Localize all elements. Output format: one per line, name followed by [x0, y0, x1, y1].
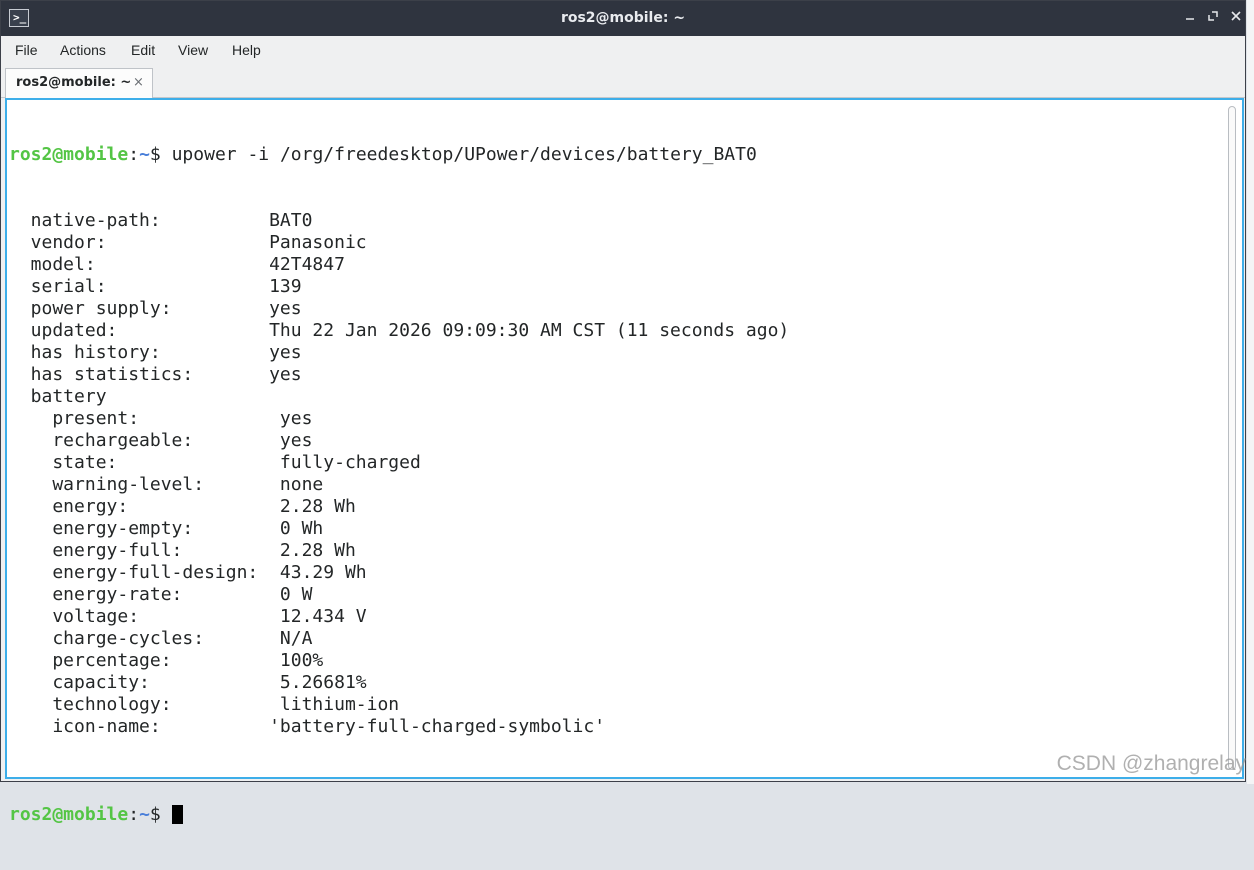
- menu-edit[interactable]: Edit: [131, 36, 155, 65]
- command-line: ros2@mobile:~$ upower -i /org/freedeskto…: [9, 144, 789, 166]
- prompt-path: ~: [139, 804, 150, 825]
- menu-bar: File Actions Edit View Help: [1, 36, 1245, 65]
- tab-label: ros2@mobile: ~: [16, 69, 131, 97]
- output-line: energy-rate: 0 W: [9, 584, 789, 606]
- tab-close-icon[interactable]: ×: [133, 69, 144, 97]
- text-cursor: [172, 805, 183, 824]
- output-line: present: yes: [9, 408, 789, 430]
- output-line: icon-name: 'battery-full-charged-symboli…: [9, 716, 789, 738]
- menu-actions[interactable]: Actions: [60, 36, 106, 65]
- terminal-output: ros2@mobile:~$ upower -i /org/freedeskto…: [9, 100, 789, 870]
- prompt-user-host: ros2@mobile: [9, 804, 128, 825]
- background-edge: [1247, 0, 1254, 784]
- output-line: [9, 738, 789, 760]
- output-line: state: fully-charged: [9, 452, 789, 474]
- watermark: CSDN @zhangrelay: [1057, 752, 1246, 776]
- command-output: native-path: BAT0 vendor: Panasonic mode…: [9, 210, 789, 760]
- output-line: voltage: 12.434 V: [9, 606, 789, 628]
- output-line: serial: 139: [9, 276, 789, 298]
- tab-bar: ros2@mobile: ~ ×: [1, 65, 1245, 98]
- prompt-colon: :: [128, 144, 139, 165]
- title-bar[interactable]: >_ ros2@mobile: ~: [1, 1, 1245, 36]
- tab-terminal[interactable]: ros2@mobile: ~ ×: [5, 68, 153, 98]
- window-title: ros2@mobile: ~: [1, 1, 1245, 36]
- menu-file[interactable]: File: [15, 36, 38, 65]
- output-line: energy-full: 2.28 Wh: [9, 540, 789, 562]
- output-line: percentage: 100%: [9, 650, 789, 672]
- output-line: native-path: BAT0: [9, 210, 789, 232]
- output-line: energy-full-design: 43.29 Wh: [9, 562, 789, 584]
- output-line: energy-empty: 0 Wh: [9, 518, 789, 540]
- output-line: rechargeable: yes: [9, 430, 789, 452]
- command-text: upower -i /org/freedesktop/UPower/device…: [172, 144, 757, 165]
- output-line: has history: yes: [9, 342, 789, 364]
- output-line: warning-level: none: [9, 474, 789, 496]
- output-line: updated: Thu 22 Jan 2026 09:09:30 AM CST…: [9, 320, 789, 342]
- menu-view[interactable]: View: [178, 36, 208, 65]
- output-line: charge-cycles: N/A: [9, 628, 789, 650]
- output-line: capacity: 5.26681%: [9, 672, 789, 694]
- prompt-symbol: $: [150, 144, 172, 165]
- active-prompt-line[interactable]: ros2@mobile:~$: [9, 804, 789, 826]
- minimize-icon[interactable]: [1181, 10, 1199, 28]
- maximize-icon[interactable]: [1204, 10, 1222, 28]
- prompt-path: ~: [139, 144, 150, 165]
- output-line: has statistics: yes: [9, 364, 789, 386]
- terminal-scrollbar[interactable]: [1228, 106, 1236, 770]
- output-line: vendor: Panasonic: [9, 232, 789, 254]
- output-line: technology: lithium-ion: [9, 694, 789, 716]
- prompt-colon: :: [128, 804, 139, 825]
- konsole-window: >_ ros2@mobile: ~ File Actions Edit View…: [0, 0, 1246, 782]
- output-line: model: 42T4847: [9, 254, 789, 276]
- output-line: battery: [9, 386, 789, 408]
- close-icon[interactable]: [1227, 10, 1245, 28]
- prompt-user-host: ros2@mobile: [9, 144, 128, 165]
- output-line: power supply: yes: [9, 298, 789, 320]
- output-line: energy: 2.28 Wh: [9, 496, 789, 518]
- menu-help[interactable]: Help: [232, 36, 261, 65]
- prompt-symbol: $: [150, 804, 172, 825]
- terminal-view[interactable]: ros2@mobile:~$ upower -i /org/freedeskto…: [5, 98, 1244, 779]
